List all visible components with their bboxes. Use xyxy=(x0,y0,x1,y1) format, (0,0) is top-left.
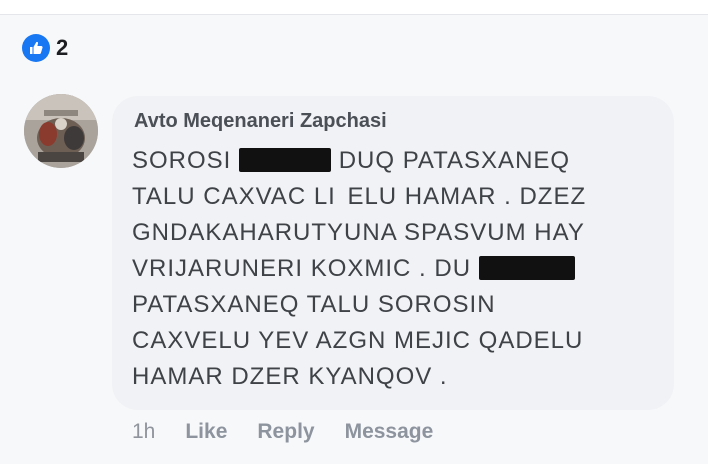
like-link[interactable]: Like xyxy=(185,420,227,444)
author-avatar[interactable] xyxy=(24,94,98,168)
top-divider xyxy=(0,0,708,15)
reaction-count: 2 xyxy=(56,35,69,60)
comment-timestamp[interactable]: 1h xyxy=(132,420,155,444)
comment-line-1: SOROSI DUQ PATASXANEQ xyxy=(132,146,570,176)
comment-line-4: VRIJARUNERI KOXMIC . DU xyxy=(132,254,575,284)
comment-text-segment: VRIJARUNERI KOXMIC . DU xyxy=(132,255,479,282)
comment-line-7: HAMAR DZER KYANQOV . xyxy=(132,363,448,390)
comment-line-5: PATASXANEQ TALU SOROSIN xyxy=(132,291,496,318)
redaction-block xyxy=(239,148,332,172)
comment-author-name[interactable]: Avto Meqenaneri Zapchasi xyxy=(134,110,387,133)
reaction-summary[interactable]: 2 xyxy=(22,34,68,62)
comment-line-3: GNDAKAHARUTYUNA SPASVUM HAY xyxy=(132,219,585,246)
comment-actions: 1h Like Reply Message xyxy=(132,420,433,444)
reply-link[interactable]: Reply xyxy=(257,420,314,444)
comment-line-2: TALU CAXVAC LI ELU HAMAR . DZEZ xyxy=(132,183,587,210)
comment-text-segment: DUQ PATASXANEQ xyxy=(331,147,571,174)
comment-line-6: CAXVELU YEV AZGN MEJIC QADELU xyxy=(132,327,584,354)
redaction-block xyxy=(478,256,575,280)
like-thumbs-up-icon xyxy=(22,34,50,62)
message-link[interactable]: Message xyxy=(345,420,434,444)
comment-text-segment: SOROSI xyxy=(132,147,240,174)
comment-bubble: Avto Meqenaneri Zapchasi SOROSI DUQ PATA… xyxy=(112,96,674,410)
